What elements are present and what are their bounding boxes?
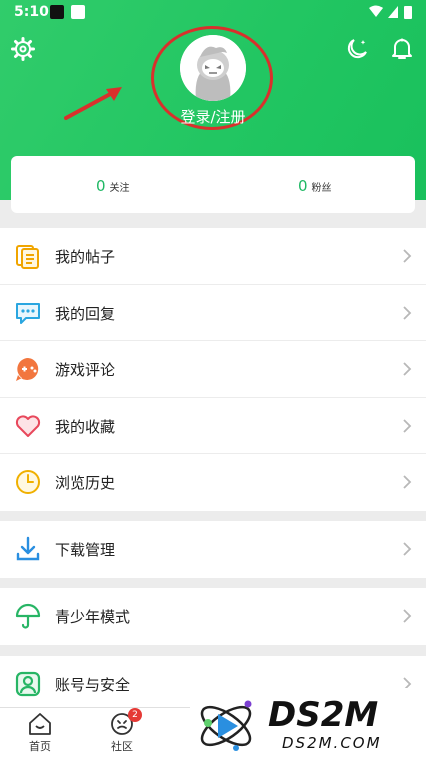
heart-icon xyxy=(14,412,42,440)
watermark-site: DS2M.COM xyxy=(282,734,382,752)
menu-group-youth: 青少年模式 xyxy=(0,588,426,645)
nav-home[interactable]: 首页 xyxy=(20,710,60,754)
status-bar: 5:10 xyxy=(0,0,426,24)
chevron-right-icon xyxy=(402,541,412,557)
menu-item-label: 账号与安全 xyxy=(55,676,131,694)
menu-item-label: 我的帖子 xyxy=(55,248,116,266)
followers-label: 粉丝 xyxy=(311,183,332,194)
menu-group-activity: 我的帖子 我的回复 游戏评论 我的收藏 浏览历史 xyxy=(0,228,426,511)
watermark-brand: DS2M xyxy=(268,695,378,735)
menu-item-label: 青少年模式 xyxy=(55,608,131,626)
pointer-arrow xyxy=(62,82,128,126)
nav-home-label: 首页 xyxy=(29,740,51,753)
notification-icon xyxy=(71,5,85,19)
nav-community[interactable]: 2 社区 xyxy=(102,708,142,754)
menu-item-my-replies[interactable]: 我的回复 xyxy=(0,285,426,342)
chevron-right-icon xyxy=(402,361,412,377)
game-comment-icon xyxy=(14,355,42,383)
settings-gear-icon[interactable] xyxy=(10,36,36,62)
status-time: 5:10 xyxy=(14,4,49,20)
followers-stat[interactable]: 0 粉丝 xyxy=(298,176,332,195)
clock-icon xyxy=(14,468,42,496)
download-icon xyxy=(14,535,42,563)
notification-bell-icon[interactable] xyxy=(389,36,415,62)
watermark-logo: DS2M DS2M.COM xyxy=(190,688,426,757)
night-mode-moon-icon[interactable] xyxy=(344,36,370,62)
avatar[interactable] xyxy=(180,35,246,101)
community-icon: 2 xyxy=(108,708,142,738)
menu-item-label: 浏览历史 xyxy=(55,474,116,493)
menu-item-downloads[interactable]: 下载管理 xyxy=(0,521,426,578)
community-badge: 2 xyxy=(128,708,142,722)
menu-item-label: 游戏评论 xyxy=(55,361,116,380)
menu-item-history[interactable]: 浏览历史 xyxy=(0,454,426,511)
chevron-right-icon xyxy=(402,474,412,490)
menu-item-youth-mode[interactable]: 青少年模式 xyxy=(0,588,426,645)
home-icon xyxy=(26,710,54,738)
account-icon xyxy=(14,670,42,698)
nav-community-label: 社区 xyxy=(111,740,133,753)
menu-item-label: 我的回复 xyxy=(55,304,116,323)
status-icons xyxy=(368,4,414,24)
posts-icon xyxy=(14,242,42,270)
stats-card: 0 关注 0 粉丝 xyxy=(11,156,415,213)
menu-item-favorites[interactable]: 我的收藏 xyxy=(0,398,426,455)
following-label: 关注 xyxy=(109,183,130,194)
login-register-link[interactable]: 登录/注册 xyxy=(150,106,276,127)
chevron-right-icon xyxy=(402,608,412,624)
menu-item-game-comments[interactable]: 游戏评论 xyxy=(0,341,426,398)
following-stat[interactable]: 0 关注 xyxy=(96,176,130,195)
chevron-right-icon xyxy=(402,248,412,264)
umbrella-icon xyxy=(14,602,42,630)
notification-icon xyxy=(50,5,64,19)
following-count: 0 xyxy=(96,177,106,195)
reply-icon xyxy=(14,299,42,327)
menu-item-my-posts[interactable]: 我的帖子 xyxy=(0,228,426,285)
menu-item-label: 我的收藏 xyxy=(55,417,116,436)
chevron-right-icon xyxy=(402,418,412,434)
chevron-right-icon xyxy=(402,305,412,321)
menu-group-download: 下载管理 xyxy=(0,521,426,578)
followers-count: 0 xyxy=(298,177,308,195)
menu-item-label: 下载管理 xyxy=(55,541,116,559)
